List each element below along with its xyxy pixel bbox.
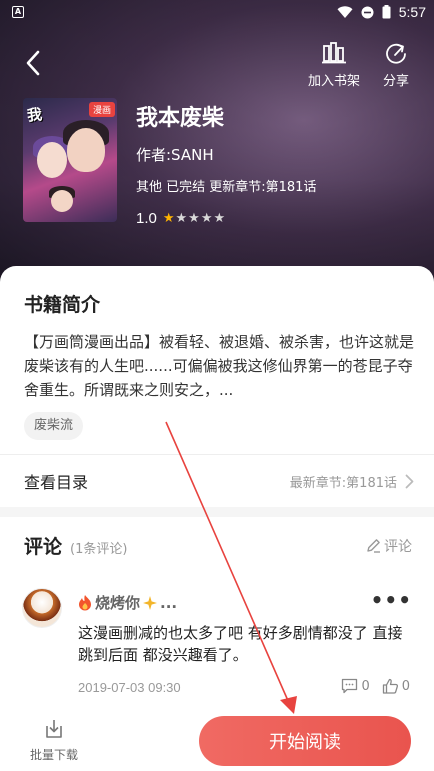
sparkle-icon <box>143 595 158 610</box>
reply-count: 0 <box>361 678 370 694</box>
fire-icon <box>79 595 91 611</box>
star-icon: ★ <box>188 211 200 226</box>
star-icon: ★ <box>175 211 188 226</box>
download-icon <box>46 720 62 738</box>
comment-bubble-icon <box>342 678 358 694</box>
comment-text: 这漫画删减的也太多了吧 有好多剧情都没了 直接跳到后面 都没兴趣看了。 <box>78 624 403 664</box>
add-to-shelf-label: 加入书架 <box>307 74 360 89</box>
section-separator <box>0 507 434 517</box>
bookshelf-icon <box>322 42 346 64</box>
rating-value: 1.0 <box>136 210 157 227</box>
rating-stars: ★ ★ ★ ★ ★ <box>163 211 225 226</box>
genre-tag[interactable]: 废柴流 <box>24 412 84 440</box>
back-arrow-icon <box>26 50 40 76</box>
share-icon <box>386 43 406 64</box>
intro-text: 【万画筒漫画出品】被看轻、被退婚、被杀害，也许这就是废柴该有的人生吧......… <box>24 333 415 399</box>
write-comment-button[interactable]: 评论 <box>366 536 412 556</box>
battery-icon <box>382 5 391 19</box>
cover-tag: 漫画 <box>88 102 115 117</box>
comment-date: 2019-07-03 09:30 <box>78 680 181 695</box>
intro-title: 书籍简介 <box>24 294 101 316</box>
latest-chapter: 最新章节:第181话 <box>289 475 397 491</box>
comments-count: (1条评论) <box>70 542 128 557</box>
start-reading-button[interactable]: 开始阅读 <box>199 716 411 766</box>
catalog-label: 查看目录 <box>24 473 89 492</box>
comment-username-suffix: ... <box>160 593 178 612</box>
like-count: 0 <box>401 678 410 694</box>
add-to-shelf-button[interactable]: 加入书架 <box>305 42 363 89</box>
cover-logo: 我 <box>26 105 43 125</box>
status-time: 5:57 <box>398 4 426 20</box>
back-button[interactable] <box>18 48 48 78</box>
do-not-disturb-icon <box>361 6 374 18</box>
book-title: 我本废柴 <box>136 106 225 131</box>
share-label: 分享 <box>382 74 409 89</box>
batch-download-button[interactable]: 批量下载 <box>26 718 82 763</box>
like-button[interactable]: 0 <box>382 678 410 694</box>
comment-username[interactable]: 烧烤你 ... <box>78 592 177 613</box>
share-button[interactable]: 分享 <box>378 42 414 89</box>
book-author: 作者:SANH <box>136 146 214 164</box>
comments-title: 评论 <box>24 536 63 558</box>
comments-header: 评论 (1条评论) 评论 <box>24 532 412 559</box>
batch-download-label: 批量下载 <box>29 748 78 762</box>
book-cover: 我 漫画 <box>23 98 117 222</box>
status-bar: A 5:57 <box>0 0 434 24</box>
wifi-icon <box>337 5 353 18</box>
star-icon: ★ <box>213 211 226 226</box>
comment-username-text: 烧烤你 <box>95 594 141 612</box>
avatar[interactable] <box>22 588 62 628</box>
write-comment-label: 评论 <box>384 538 412 555</box>
comment-item: 烧烤你 ... ••• 这漫画删减的也太多了吧 有好多剧情都没了 直接跳到后面 … <box>22 588 414 698</box>
star-icon: ★ <box>200 211 213 226</box>
notification-app-icon: A <box>12 6 24 18</box>
view-catalog-row[interactable]: 查看目录 最新章节:第181话 <box>0 455 434 507</box>
book-rating: 1.0 ★ ★ ★ ★ ★ <box>136 210 225 227</box>
thumbs-up-icon <box>382 678 398 694</box>
pencil-icon <box>367 539 380 553</box>
more-options-icon[interactable]: ••• <box>371 588 412 612</box>
book-detail-card: 书籍简介 【万画筒漫画出品】被看轻、被退婚、被杀害，也许这就是废柴该有的人生吧.… <box>0 266 434 771</box>
book-meta: 其他 已完结 更新章节:第181话 <box>136 180 317 195</box>
reply-button[interactable]: 0 <box>341 678 370 694</box>
chevron-right-icon <box>405 474 414 488</box>
bottom-action-bar: 批量下载 开始阅读 <box>0 706 434 771</box>
star-icon: ★ <box>162 211 175 226</box>
